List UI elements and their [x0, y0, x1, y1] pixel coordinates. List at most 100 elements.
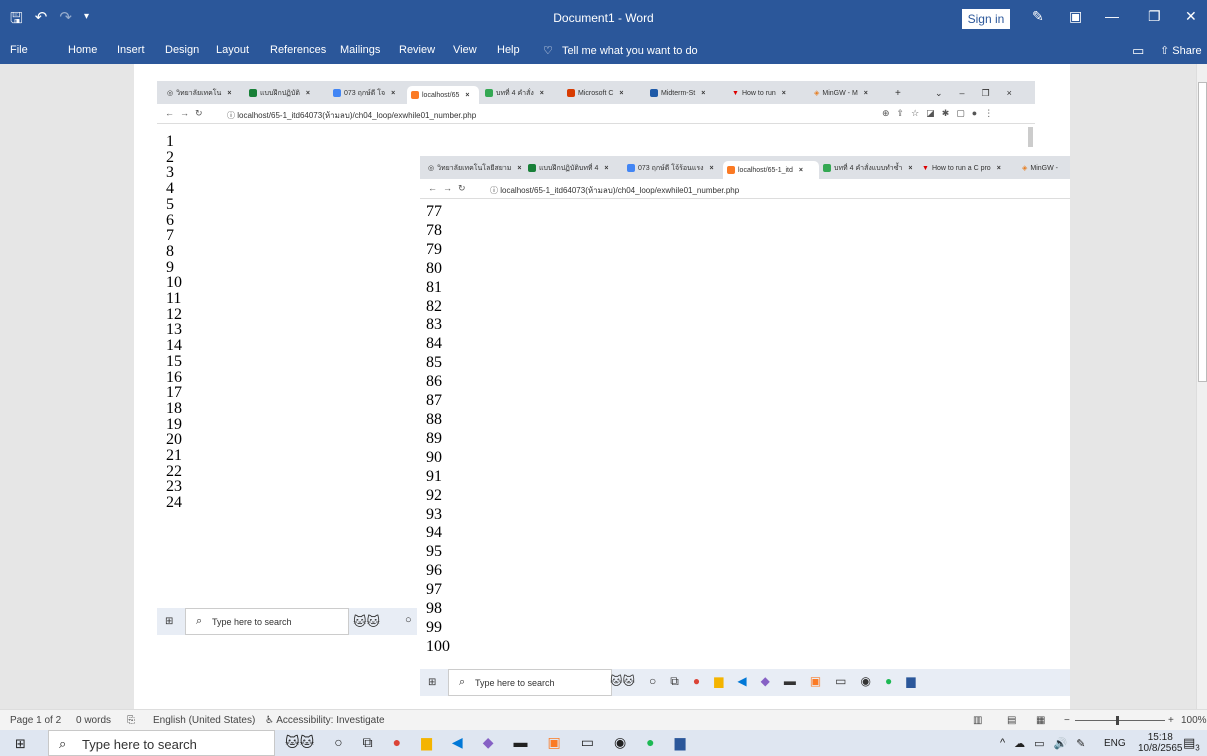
spotify-icon[interactable]: ●: [646, 734, 654, 751]
close-icon[interactable]: ×: [1007, 88, 1026, 98]
new-tab-button[interactable]: +: [895, 86, 907, 100]
spotify-icon[interactable]: ●: [885, 674, 892, 689]
task-view-icon[interactable]: ⧉: [670, 674, 679, 689]
xampp-icon[interactable]: ▣: [810, 674, 821, 689]
taskbar-search-box[interactable]: ⌕ Type here to search: [185, 608, 349, 635]
visual-studio-icon[interactable]: ◆: [761, 674, 770, 689]
tell-me-search[interactable]: ♡ Tell me what you want to do: [543, 44, 698, 57]
clock[interactable]: 15:18 10/8/2565: [1138, 732, 1183, 754]
web-layout-icon[interactable]: ▦: [1036, 715, 1045, 726]
zoom-out-icon[interactable]: −: [1064, 715, 1070, 726]
terminal-icon[interactable]: ▬: [784, 674, 796, 689]
browser-tab[interactable]: บทที่ 4 คำสั่งแบบทำซ้ำ ×: [823, 161, 917, 175]
close-tab-icon[interactable]: ×: [465, 92, 469, 99]
close-tab-icon[interactable]: ×: [799, 167, 803, 174]
cat-widget-icon[interactable]: 🐱🐱: [610, 674, 635, 689]
browser-tab[interactable]: ▼ How to run ×: [732, 86, 808, 100]
close-tab-icon[interactable]: ×: [710, 165, 714, 172]
browser-tab[interactable]: ▼ How to run a C pro ×: [922, 161, 1017, 175]
tab-search-icon[interactable]: ⌄: [935, 88, 957, 99]
tab-home[interactable]: Home: [68, 44, 97, 56]
image-viewer-icon[interactable]: ▭: [835, 674, 846, 689]
back-icon[interactable]: ←: [428, 183, 443, 193]
url-field[interactable]: ⓘ localhost/65-1_itd64073(ห้ามลบ)/ch04_l…: [490, 184, 739, 197]
minimize-icon[interactable]: —: [1105, 8, 1119, 24]
pasted-browser-screenshot-2[interactable]: ◎ วิทยาลัยเทคโนโลยีสยาม × แบบฝึกปฏิบัติบทท…: [420, 156, 1070, 696]
close-tab-icon[interactable]: ×: [540, 90, 544, 97]
cortana-icon[interactable]: ○: [405, 614, 412, 626]
close-tab-icon[interactable]: ×: [864, 90, 868, 97]
tab-view[interactable]: View: [453, 44, 477, 56]
zoom-level[interactable]: 100%: [1181, 715, 1207, 726]
page-scrollbar[interactable]: [1028, 127, 1033, 147]
browser-tab-active[interactable]: localhost/65 ×: [407, 86, 479, 104]
task-view-icon[interactable]: ⧉: [363, 734, 373, 751]
vscode-icon[interactable]: ◀: [737, 674, 746, 689]
close-tab-icon[interactable]: ×: [908, 165, 912, 172]
taskbar-search-box[interactable]: ⌕ Type here to search: [48, 730, 275, 756]
close-tab-icon[interactable]: ×: [604, 165, 608, 172]
share-icon[interactable]: ⇪: [897, 108, 912, 118]
tab-file[interactable]: File: [10, 44, 28, 56]
read-mode-icon[interactable]: ▥: [973, 715, 982, 726]
tab-layout[interactable]: Layout: [216, 44, 249, 56]
browser-tab[interactable]: Microsoft C ×: [567, 86, 643, 100]
cortana-icon[interactable]: ○: [649, 674, 656, 689]
language-indicator[interactable]: English (United States): [153, 715, 255, 726]
reload-icon[interactable]: ↻: [195, 108, 209, 118]
tab-insert[interactable]: Insert: [117, 44, 145, 56]
browser-tab[interactable]: 073 ฤกษ์ดี โจ ×: [333, 86, 403, 100]
extension-icon[interactable]: ◪: [926, 108, 942, 118]
forward-icon[interactable]: →: [443, 183, 458, 193]
scrollbar-thumb[interactable]: [1198, 82, 1207, 382]
reload-icon[interactable]: ↻: [458, 183, 472, 193]
windows-start-icon[interactable]: ⊞: [165, 616, 173, 627]
browser-tab[interactable]: ◈ MinGW - M ×: [814, 86, 889, 100]
cat-widget-icon[interactable]: 🐱🐱: [285, 734, 314, 751]
print-layout-icon[interactable]: ▤: [1007, 715, 1016, 726]
close-tab-icon[interactable]: ×: [997, 165, 1001, 172]
restore-icon[interactable]: ❐: [982, 88, 1004, 99]
volume-icon[interactable]: 🔊: [1054, 737, 1068, 750]
browser-tab-active[interactable]: localhost/65-1_itd ×: [723, 161, 819, 179]
notification-center-icon[interactable]: ▤3: [1183, 735, 1200, 753]
input-language[interactable]: ENG: [1104, 738, 1126, 749]
sign-in-button[interactable]: Sign in: [962, 9, 1010, 29]
share-button[interactable]: ⇧ Share: [1160, 44, 1202, 57]
windows-start-icon[interactable]: ⊞: [15, 736, 26, 752]
tab-mailings[interactable]: Mailings: [340, 44, 380, 56]
browser-tab[interactable]: ◎ วิทยาลัยเทคโนโลยีสยาม ×: [428, 161, 523, 175]
zoom-in-icon[interactable]: +: [1168, 715, 1174, 726]
bookmark-icon[interactable]: ☆: [911, 108, 926, 118]
xampp-icon[interactable]: ▣: [547, 734, 560, 751]
url-field[interactable]: ⓘ localhost/65-1_itd64073(ห้ามลบ)/ch04_l…: [227, 109, 476, 122]
visual-studio-icon[interactable]: ◆: [483, 734, 494, 751]
browser-tab[interactable]: ◎ วิทยาลัยเทคโน ×: [167, 86, 242, 100]
zoom-slider-knob[interactable]: [1116, 716, 1119, 725]
browser-tab[interactable]: บทที่ 4 คำสั่ง ×: [485, 86, 560, 100]
image-viewer-icon[interactable]: ▭: [581, 734, 594, 751]
terminal-icon[interactable]: ▬: [513, 734, 527, 751]
restore-icon[interactable]: ❐: [1148, 8, 1161, 25]
browser-tab[interactable]: 073 ฤกษ์ดี โจ้ร้อนแรง ×: [627, 161, 720, 175]
tab-design[interactable]: Design: [165, 44, 199, 56]
media-icon[interactable]: ◉: [614, 734, 626, 751]
close-tab-icon[interactable]: ×: [619, 90, 623, 97]
back-icon[interactable]: ←: [165, 108, 180, 118]
close-icon[interactable]: ✕: [1185, 8, 1197, 25]
minimize-icon[interactable]: –: [960, 88, 979, 98]
media-icon[interactable]: ◉: [861, 674, 871, 689]
pen-icon[interactable]: ✎: [1076, 737, 1085, 750]
close-tab-icon[interactable]: ×: [701, 90, 705, 97]
tab-references[interactable]: References: [270, 44, 326, 56]
page-count[interactable]: Page 1 of 2: [10, 715, 61, 726]
browser-tab[interactable]: แบบฝึกปฏิบัติบทที่ 4 ×: [528, 161, 620, 175]
forward-icon[interactable]: →: [180, 108, 195, 118]
zoom-slider[interactable]: [1075, 720, 1165, 721]
profile-icon[interactable]: ●: [972, 108, 984, 118]
zoom-icon[interactable]: ⊕: [882, 108, 897, 118]
close-tab-icon[interactable]: ×: [227, 90, 231, 97]
menu-icon[interactable]: ⋮: [984, 108, 1000, 118]
close-tab-icon[interactable]: ×: [306, 90, 310, 97]
accessibility-checker[interactable]: ♿ Accessibility: Investigate: [265, 715, 385, 726]
